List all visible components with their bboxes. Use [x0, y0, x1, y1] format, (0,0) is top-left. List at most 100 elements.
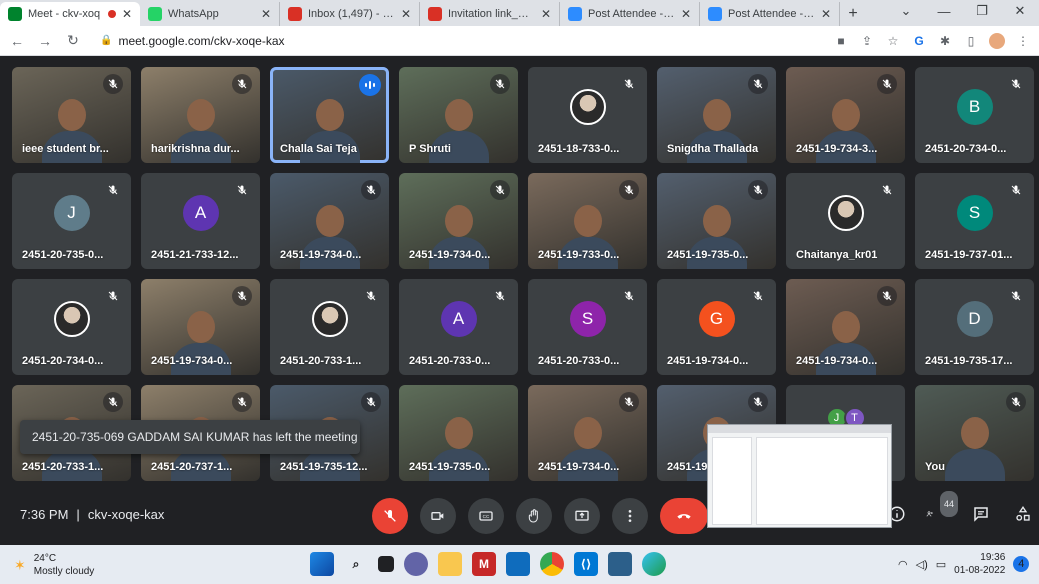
tab-close-icon[interactable]: ✕ — [401, 7, 411, 21]
participant-tile[interactable]: 2451-20-734-0... — [12, 279, 131, 375]
participant-tile[interactable]: 2451-19-734-0... — [399, 173, 518, 269]
participant-tile[interactable]: 2451-19-734-0... — [141, 279, 260, 375]
extension-g-icon[interactable]: G — [911, 33, 927, 49]
mic-off-icon — [877, 74, 897, 94]
present-screen-button[interactable] — [564, 498, 600, 534]
tab-close-icon[interactable]: ✕ — [681, 7, 691, 21]
tab-close-icon[interactable]: ✕ — [821, 7, 831, 21]
participant-tile[interactable]: Chaitanya_kr01 — [786, 173, 905, 269]
leave-call-button[interactable] — [660, 498, 708, 534]
participant-tile[interactable]: 2451-19-735-0... — [657, 173, 776, 269]
participant-name: 2451-19-735-12... — [280, 461, 368, 473]
tab-close-icon[interactable]: ✕ — [261, 7, 271, 21]
browser-tab-4[interactable]: Post Attendee - Zo ✕ — [560, 2, 700, 26]
more-options-button[interactable] — [612, 498, 648, 534]
browser-tab-2[interactable]: Inbox (1,497) - mk ✕ — [280, 2, 420, 26]
browser-tab-3[interactable]: Invitation link_MV2 ✕ — [420, 2, 560, 26]
chat-teams-icon[interactable] — [404, 552, 428, 576]
clock-date: 01-08-2022 — [954, 565, 1006, 576]
participant-tile[interactable]: Challa Sai Teja — [270, 67, 389, 163]
volume-icon[interactable]: ◁) — [916, 558, 928, 571]
photos-icon[interactable] — [608, 552, 632, 576]
notification-badge[interactable]: 4 — [1013, 556, 1030, 572]
participant-tile[interactable]: 2451-19-734-3... — [786, 67, 905, 163]
mcafee-icon[interactable]: M — [472, 552, 496, 576]
thumbnail-titlebar — [708, 425, 891, 433]
participant-tile[interactable]: 2451-20-733-1... — [270, 279, 389, 375]
weather-widget[interactable]: ✶ 24°C Mostly cloudy — [14, 552, 94, 578]
meeting-code: ckv-xoqe-kax — [87, 507, 165, 522]
battery-icon[interactable]: ▭ — [936, 558, 946, 571]
file-explorer-icon[interactable] — [438, 552, 462, 576]
search-icon[interactable]: ⌕ — [344, 552, 368, 576]
browser-tab-0[interactable]: Meet - ckv-xoq ✕ — [0, 2, 140, 26]
participant-initial-avatar: S — [569, 301, 606, 337]
reload-icon[interactable]: ↻ — [64, 32, 82, 50]
participant-tile[interactable]: 2451-19-734-0... — [270, 173, 389, 269]
chrome-icon[interactable] — [540, 552, 564, 576]
side-panel-icon[interactable]: ▯ — [963, 33, 979, 49]
vscode-icon[interactable]: ⟨⟩ — [574, 552, 598, 576]
participant-tile[interactable]: B 2451-20-734-0... — [915, 67, 1034, 163]
activities-button[interactable] — [1010, 501, 1036, 527]
participant-name: harikrishna dur... — [151, 143, 240, 155]
participant-tile[interactable]: 2451-19-735-0... — [399, 385, 518, 481]
browser-menu-icon[interactable]: ⋮ — [1015, 33, 1031, 49]
participant-tile[interactable]: A 2451-21-733-12... — [141, 173, 260, 269]
start-windows-icon[interactable] — [310, 552, 334, 576]
outlook-icon[interactable] — [506, 552, 530, 576]
participant-tile[interactable]: 2451-18-733-0... — [528, 67, 647, 163]
browser-tab-5[interactable]: Post Attendee - Zo ✕ — [700, 2, 840, 26]
tab-close-icon[interactable]: ✕ — [122, 7, 132, 21]
mic-off-icon — [232, 180, 252, 200]
back-icon[interactable]: ← — [8, 32, 26, 50]
participant-tile[interactable]: J 2451-20-735-0... — [12, 173, 131, 269]
participant-tile[interactable]: ieee student br... — [12, 67, 131, 163]
participant-name: 2451-20-734-0... — [925, 143, 1007, 155]
participant-tile[interactable]: You — [915, 385, 1034, 481]
participant-tile[interactable]: Snigdha Thallada — [657, 67, 776, 163]
participant-tile[interactable]: 2451-19-734-0... — [786, 279, 905, 375]
browser-tab-1[interactable]: WhatsApp ✕ — [140, 2, 280, 26]
participant-tile[interactable]: A 2451-20-733-0... — [399, 279, 518, 375]
minimize-icon[interactable]: — — [925, 0, 963, 22]
participant-profile-photo — [311, 301, 348, 337]
forward-icon[interactable]: → — [36, 32, 54, 50]
bookmark-star-icon[interactable]: ☆ — [885, 33, 901, 49]
floating-window-thumbnail[interactable] — [707, 424, 892, 528]
participant-tile[interactable]: P Shruti — [399, 67, 518, 163]
share-icon[interactable]: ⇪ — [859, 33, 875, 49]
raise-hand-button[interactable] — [516, 498, 552, 534]
profile-avatar-icon[interactable] — [989, 32, 1005, 49]
task-view-icon[interactable] — [378, 556, 394, 572]
participant-tile[interactable]: S 2451-19-737-01... — [915, 173, 1034, 269]
participant-tile[interactable]: 2451-19-733-0... — [528, 173, 647, 269]
tab-favicon-icon — [8, 7, 22, 21]
captions-button[interactable]: CC — [468, 498, 504, 534]
close-window-icon[interactable]: ✕ — [1001, 0, 1039, 22]
participant-tile[interactable]: 2451-19-734-0... — [528, 385, 647, 481]
url-field[interactable]: 🔒 meet.google.com/ckv-xoqe-kax — [92, 30, 823, 52]
mic-off-icon — [619, 74, 639, 94]
participant-tile[interactable]: D 2451-19-735-17... — [915, 279, 1034, 375]
people-button[interactable]: 44 — [926, 491, 958, 527]
camera-indicator-icon[interactable]: ■ — [833, 33, 849, 49]
participant-name: Snigdha Thallada — [667, 143, 759, 155]
camera-toggle-button[interactable] — [420, 498, 456, 534]
restore-icon[interactable]: ❐ — [963, 0, 1001, 22]
mic-toggle-button[interactable] — [372, 498, 408, 534]
extensions-puzzle-icon[interactable]: ✱ — [937, 33, 953, 49]
system-clock[interactable]: 19:36 01-08-2022 — [954, 551, 1005, 577]
edge-icon[interactable] — [642, 552, 666, 576]
new-tab-button[interactable]: + — [840, 2, 866, 26]
chevron-down-icon[interactable]: ⌄ — [887, 0, 925, 22]
participant-tile[interactable]: G 2451-19-734-0... — [657, 279, 776, 375]
tab-close-icon[interactable]: ✕ — [541, 7, 551, 21]
url-text: meet.google.com/ckv-xoqe-kax — [118, 33, 285, 48]
wifi-icon[interactable]: ◠ — [898, 558, 908, 571]
participant-tile[interactable]: S 2451-20-733-0... — [528, 279, 647, 375]
participant-name: 2451-19-734-0... — [667, 355, 749, 367]
tab-label: Post Attendee - Zo — [728, 8, 815, 20]
chat-button[interactable] — [968, 501, 994, 527]
participant-tile[interactable]: harikrishna dur... — [141, 67, 260, 163]
